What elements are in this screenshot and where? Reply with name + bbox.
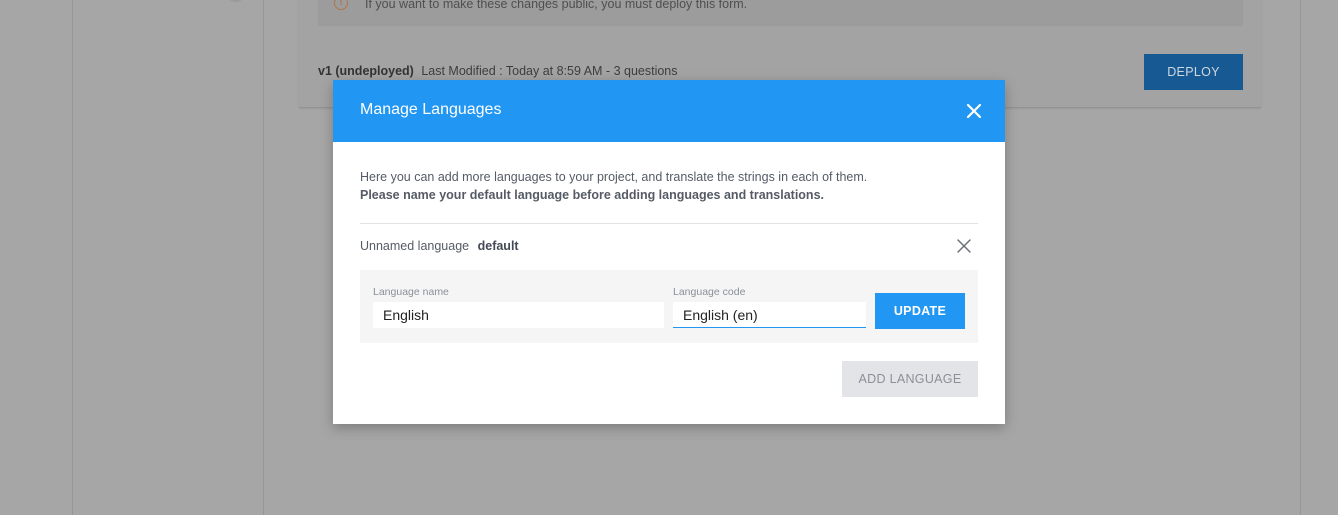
language-code-input[interactable]	[673, 302, 866, 328]
close-icon[interactable]	[955, 237, 973, 255]
sidebar-toggle-button	[226, 0, 246, 2]
modal-header: Manage Languages	[333, 80, 1005, 142]
add-language-button[interactable]: ADD LANGUAGE	[842, 361, 978, 397]
language-row: Unnamed language default	[360, 239, 519, 253]
language-row-name: Unnamed language	[360, 239, 470, 253]
close-icon[interactable]	[962, 99, 986, 123]
version-info: v1 (undeployed) Last Modified : Today at…	[318, 64, 678, 78]
manage-languages-modal: Manage Languages Here you can add more l…	[333, 80, 1005, 424]
default-language-tag: default	[477, 239, 519, 253]
deploy-button: DEPLOY	[1144, 54, 1243, 90]
layout-divider	[1300, 0, 1301, 515]
sidebar-divider	[263, 0, 264, 515]
language-edit-panel: Language name Language code UPDATE	[360, 270, 978, 343]
modal-intro-instruction: Please name your default language before…	[360, 188, 824, 202]
divider	[360, 223, 978, 224]
layout-divider	[72, 0, 73, 515]
version-label: v1 (undeployed)	[318, 64, 414, 78]
deploy-warning-text: If you want to make these changes public…	[365, 0, 748, 11]
modal-title: Manage Languages	[360, 101, 502, 118]
language-name-label: Language name	[373, 286, 449, 298]
language-code-label: Language code	[673, 286, 746, 298]
language-name-input[interactable]	[373, 302, 664, 328]
last-modified-text: Last Modified : Today at 8:59 AM - 3 que…	[421, 64, 678, 78]
update-button[interactable]: UPDATE	[875, 293, 965, 329]
modal-intro-text: Here you can add more languages to your …	[360, 170, 868, 184]
